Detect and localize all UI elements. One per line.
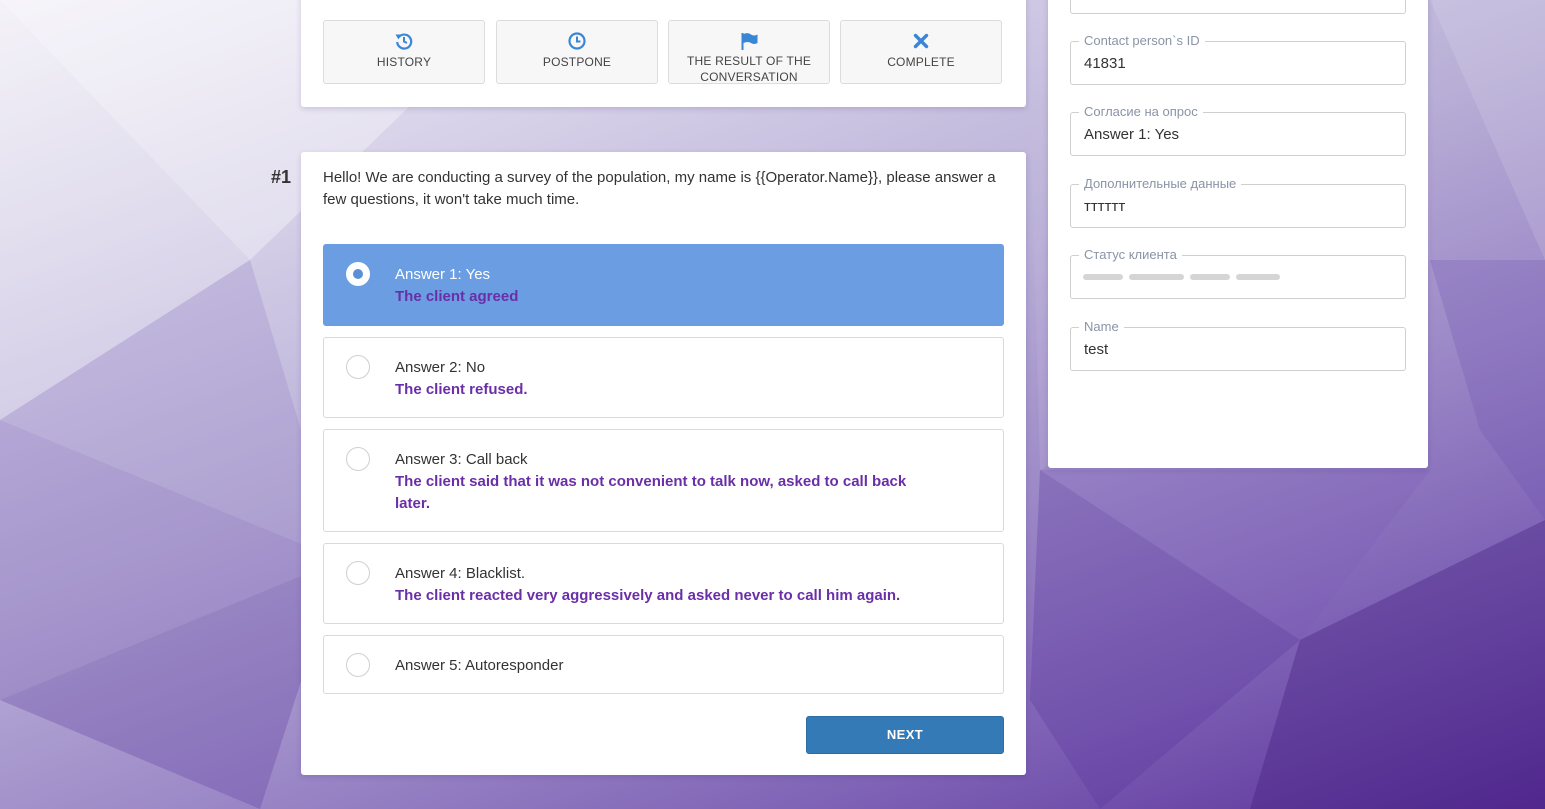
client-status-field[interactable]: Статус клиента bbox=[1070, 247, 1406, 299]
toolbar-card: HISTORY POSTPONE THE RESULT OF THE CONVE… bbox=[301, 0, 1026, 107]
answer-title: Answer 4: Blacklist. bbox=[395, 565, 526, 582]
flag-icon bbox=[741, 33, 758, 50]
survey-consent-field[interactable]: Согласие на опрос Answer 1: Yes bbox=[1070, 104, 1406, 156]
answer-description: The client said that it was not convenie… bbox=[395, 473, 907, 512]
contact-id-field[interactable]: Contact person`s ID 41831 bbox=[1070, 33, 1406, 85]
radio-button[interactable] bbox=[346, 561, 370, 585]
answer-title: Answer 5: Autoresponder bbox=[395, 657, 564, 674]
answer-description: The client reacted very aggressively and… bbox=[395, 587, 901, 604]
contact-info-panel: Contact person`s ID 41831 Согласие на оп… bbox=[1048, 0, 1428, 468]
complete-label: COMPLETE bbox=[887, 55, 955, 69]
answer-option-1[interactable]: Answer 1: Yes The client agreed bbox=[323, 244, 1004, 326]
history-icon bbox=[395, 33, 413, 50]
question-card: Hello! We are conducting a survey of the… bbox=[301, 152, 1026, 775]
answer-option-2[interactable]: Answer 2: No The client refused. bbox=[323, 337, 1004, 418]
field-value: 41831 bbox=[1084, 55, 1126, 72]
clock-icon bbox=[568, 32, 586, 50]
close-icon bbox=[913, 33, 929, 49]
field-value: тттттт bbox=[1084, 198, 1126, 215]
conversation-result-label: THE RESULT OF THE CONVERSATION bbox=[686, 54, 812, 84]
name-field[interactable]: Name test bbox=[1070, 319, 1406, 371]
blurred-value bbox=[1083, 274, 1280, 280]
question-number: #1 bbox=[271, 167, 292, 187]
radio-button[interactable] bbox=[346, 355, 370, 379]
radio-button[interactable] bbox=[346, 262, 370, 286]
field-value: test bbox=[1084, 341, 1109, 358]
conversation-result-button[interactable]: THE RESULT OF THE CONVERSATION bbox=[668, 20, 830, 84]
field-value: Answer 1: Yes bbox=[1084, 126, 1180, 143]
postpone-label: POSTPONE bbox=[542, 55, 612, 69]
radio-dot bbox=[353, 269, 363, 279]
answer-title: Answer 3: Call back bbox=[395, 451, 528, 468]
answer-title: Answer 2: No bbox=[395, 359, 486, 376]
answer-description: The client agreed bbox=[395, 288, 519, 305]
answer-description: The client refused. bbox=[395, 381, 528, 398]
answer-option-5[interactable]: Answer 5: Autoresponder bbox=[323, 635, 1004, 694]
field-label: Contact person`s ID bbox=[1079, 33, 1205, 49]
next-button[interactable]: NEXT bbox=[806, 716, 1004, 754]
question-text: Hello! We are conducting a survey of the… bbox=[323, 169, 996, 208]
history-label: HISTORY bbox=[376, 55, 432, 69]
additional-data-field[interactable]: Дополнительные данные тттттт bbox=[1070, 176, 1406, 228]
complete-button[interactable]: COMPLETE bbox=[840, 20, 1002, 84]
field-label: Согласие на опрос bbox=[1079, 104, 1203, 120]
postpone-button[interactable]: POSTPONE bbox=[496, 20, 658, 84]
radio-button[interactable] bbox=[346, 653, 370, 677]
field-label: Name bbox=[1079, 319, 1124, 335]
field-label: Статус клиента bbox=[1079, 247, 1182, 263]
history-button[interactable]: HISTORY bbox=[323, 20, 485, 84]
answer-title: Answer 1: Yes bbox=[395, 266, 491, 283]
field-label: Дополнительные данные bbox=[1079, 176, 1242, 192]
top-field[interactable] bbox=[1070, 0, 1406, 14]
answer-option-4[interactable]: Answer 4: Blacklist. The client reacted … bbox=[323, 543, 1004, 624]
answer-option-3[interactable]: Answer 3: Call back The client said that… bbox=[323, 429, 1004, 532]
radio-button[interactable] bbox=[346, 447, 370, 471]
